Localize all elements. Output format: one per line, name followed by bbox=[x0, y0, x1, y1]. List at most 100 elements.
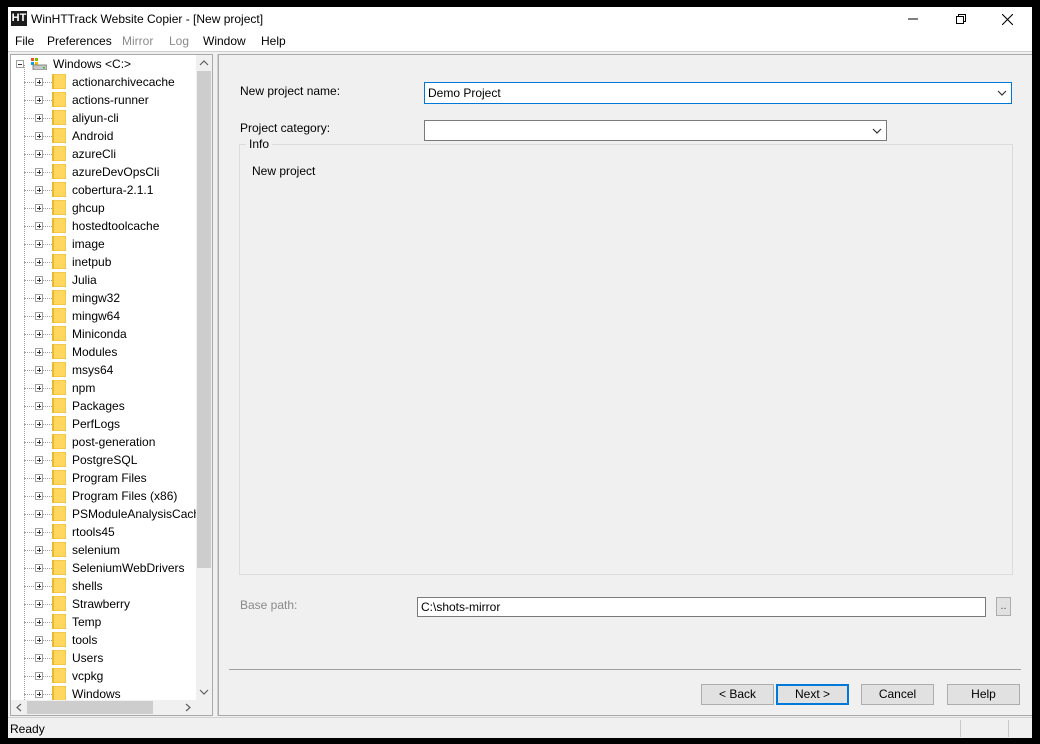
menu-log[interactable]: Log bbox=[169, 34, 189, 48]
tree-folder-item[interactable]: Julia bbox=[11, 271, 196, 289]
expand-icon[interactable] bbox=[35, 402, 43, 410]
tree-folder-item[interactable]: ghcup bbox=[11, 199, 196, 217]
tree-folder-item[interactable]: Strawberry bbox=[11, 595, 196, 613]
expand-icon[interactable] bbox=[35, 438, 43, 446]
tree-folder-label: PerfLogs bbox=[72, 417, 121, 431]
tree-folder-item[interactable]: Temp bbox=[11, 613, 196, 631]
expand-icon[interactable] bbox=[35, 564, 43, 572]
folder-icon bbox=[52, 308, 66, 323]
tree-root-drive[interactable]: Windows <C:> bbox=[11, 55, 196, 73]
tree-folder-item[interactable]: rtools45 bbox=[11, 523, 196, 541]
expand-icon[interactable] bbox=[35, 690, 43, 698]
tree-folder-item[interactable]: shells bbox=[11, 577, 196, 595]
tree-folder-item[interactable]: post-generation bbox=[11, 433, 196, 451]
expand-icon[interactable] bbox=[35, 474, 43, 482]
expand-icon[interactable] bbox=[35, 618, 43, 626]
menu-mirror[interactable]: Mirror bbox=[122, 34, 153, 48]
tree-folder-item[interactable]: azureCli bbox=[11, 145, 196, 163]
tree-folder-item[interactable]: aliyun-cli bbox=[11, 109, 196, 127]
tree-folder-item[interactable]: image bbox=[11, 235, 196, 253]
restore-button[interactable] bbox=[938, 7, 984, 31]
menu-help[interactable]: Help bbox=[261, 34, 286, 48]
expand-icon[interactable] bbox=[35, 132, 43, 140]
expand-icon[interactable] bbox=[35, 258, 43, 266]
browse-path-button[interactable]: .. bbox=[996, 597, 1011, 616]
close-window-button[interactable] bbox=[984, 7, 1030, 31]
expand-icon[interactable] bbox=[35, 96, 43, 104]
tree-folder-item[interactable]: Miniconda bbox=[11, 325, 196, 343]
tree-folder-item[interactable]: npm bbox=[11, 379, 196, 397]
cancel-button[interactable]: Cancel bbox=[861, 684, 934, 705]
expand-icon[interactable] bbox=[35, 384, 43, 392]
expand-icon[interactable] bbox=[35, 150, 43, 158]
expand-icon[interactable] bbox=[35, 654, 43, 662]
tree-vertical-scrollbar[interactable] bbox=[196, 55, 212, 700]
menu-file[interactable]: File bbox=[15, 34, 34, 48]
tree-folder-item[interactable]: Android bbox=[11, 127, 196, 145]
tree-folder-item[interactable]: PerfLogs bbox=[11, 415, 196, 433]
expand-icon[interactable] bbox=[35, 528, 43, 536]
tree-folder-item[interactable]: Program Files bbox=[11, 469, 196, 487]
expand-icon[interactable] bbox=[35, 636, 43, 644]
tree-folder-item[interactable]: Packages bbox=[11, 397, 196, 415]
tree-folder-item[interactable]: PSModuleAnalysisCache bbox=[11, 505, 196, 523]
expand-icon[interactable] bbox=[35, 456, 43, 464]
expand-icon[interactable] bbox=[35, 294, 43, 302]
collapse-icon[interactable] bbox=[16, 60, 24, 68]
expand-icon[interactable] bbox=[35, 276, 43, 284]
expand-icon[interactable] bbox=[35, 204, 43, 212]
tree-folder-item[interactable]: mingw64 bbox=[11, 307, 196, 325]
tree-folder-item[interactable]: Users bbox=[11, 649, 196, 667]
tree-folder-item[interactable]: inetpub bbox=[11, 253, 196, 271]
menu-window[interactable]: Window bbox=[203, 34, 246, 48]
scroll-right-arrow-icon[interactable] bbox=[180, 700, 196, 715]
expand-icon[interactable] bbox=[35, 312, 43, 320]
tree-folder-item[interactable]: msys64 bbox=[11, 361, 196, 379]
tree-folder-item[interactable]: vcpkg bbox=[11, 667, 196, 685]
scroll-left-arrow-icon[interactable] bbox=[11, 700, 27, 715]
tree-folder-item[interactable]: SeleniumWebDrivers bbox=[11, 559, 196, 577]
tree-vertical-scroll-thumb[interactable] bbox=[197, 71, 211, 568]
tree-folder-item[interactable]: PostgreSQL bbox=[11, 451, 196, 469]
back-button[interactable]: < Back bbox=[701, 684, 774, 705]
expand-icon[interactable] bbox=[35, 492, 43, 500]
expand-icon[interactable] bbox=[35, 546, 43, 554]
tree-horizontal-scroll-thumb[interactable] bbox=[27, 701, 153, 714]
project-category-combobox[interactable] bbox=[424, 120, 887, 141]
tree-folder-item[interactable]: tools bbox=[11, 631, 196, 649]
expand-icon[interactable] bbox=[35, 348, 43, 356]
expand-icon[interactable] bbox=[35, 330, 43, 338]
expand-icon[interactable] bbox=[35, 240, 43, 248]
tree-folder-item[interactable]: selenium bbox=[11, 541, 196, 559]
tree-folder-item[interactable]: Modules bbox=[11, 343, 196, 361]
expand-icon[interactable] bbox=[35, 78, 43, 86]
expand-icon[interactable] bbox=[35, 672, 43, 680]
folder-tree[interactable]: Windows <C:> actionarchivecache actions-r… bbox=[10, 54, 213, 716]
tree-folder-item[interactable]: mingw32 bbox=[11, 289, 196, 307]
expand-icon[interactable] bbox=[35, 168, 43, 176]
tree-folder-item[interactable]: Program Files (x86) bbox=[11, 487, 196, 505]
expand-icon[interactable] bbox=[35, 366, 43, 374]
scroll-up-arrow-icon[interactable] bbox=[196, 55, 212, 71]
tree-folder-item[interactable]: Windows bbox=[11, 685, 196, 700]
tree-folder-item[interactable]: cobertura-2.1.1 bbox=[11, 181, 196, 199]
project-name-combobox[interactable]: Demo Project bbox=[424, 82, 1012, 104]
base-path-input[interactable]: C:\shots-mirror bbox=[417, 597, 986, 617]
help-button[interactable]: Help bbox=[947, 684, 1020, 705]
expand-icon[interactable] bbox=[35, 114, 43, 122]
expand-icon[interactable] bbox=[35, 186, 43, 194]
minimize-button[interactable] bbox=[890, 7, 936, 31]
tree-folder-item[interactable]: actions-runner bbox=[11, 91, 196, 109]
next-button[interactable]: Next > bbox=[776, 684, 849, 705]
expand-icon[interactable] bbox=[35, 582, 43, 590]
tree-horizontal-scrollbar[interactable] bbox=[11, 700, 196, 715]
expand-icon[interactable] bbox=[35, 510, 43, 518]
expand-icon[interactable] bbox=[35, 420, 43, 428]
tree-folder-item[interactable]: hostedtoolcache bbox=[11, 217, 196, 235]
menu-preferences[interactable]: Preferences bbox=[47, 34, 112, 48]
expand-icon[interactable] bbox=[35, 222, 43, 230]
expand-icon[interactable] bbox=[35, 600, 43, 608]
tree-folder-item[interactable]: actionarchivecache bbox=[11, 73, 196, 91]
tree-folder-item[interactable]: azureDevOpsCli bbox=[11, 163, 196, 181]
scroll-down-arrow-icon[interactable] bbox=[196, 684, 212, 700]
